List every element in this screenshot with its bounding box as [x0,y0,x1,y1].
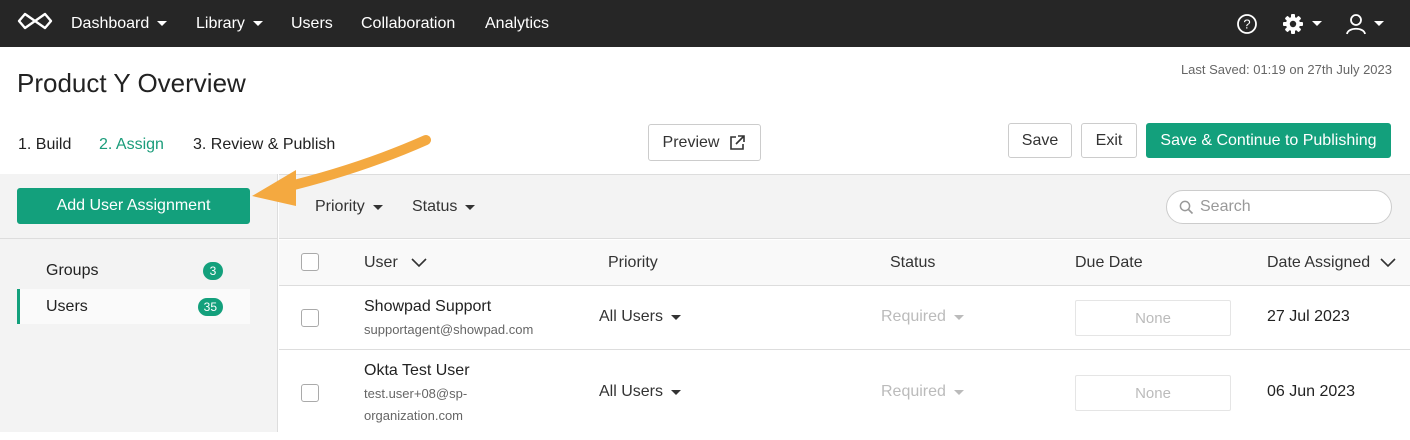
status-filter[interactable]: Status [412,175,476,239]
save-continue-button[interactable]: Save & Continue to Publishing [1146,123,1391,158]
priority-value: All Users [599,308,664,325]
user-menu[interactable] [1346,0,1384,47]
nav-dashboard[interactable]: Dashboard [71,0,168,47]
user-email-line-1: test.user+08@sp- [364,386,468,401]
chevron-down-icon [1374,21,1384,26]
tab-build[interactable]: 1. Build [18,136,71,154]
nav-analytics[interactable]: Analytics [485,0,549,47]
column-header-priority: Priority [608,253,658,271]
preview-button[interactable]: Preview [648,124,761,161]
table-row: Okta Test User test.user+08@sp- organiza… [279,350,1410,440]
exit-button[interactable]: Exit [1081,123,1137,158]
search-box [1166,190,1392,224]
showpad-logo-icon[interactable] [17,10,53,32]
user-email: supportagent@showpad.com [364,322,534,337]
divider [0,238,278,239]
search-icon [1179,200,1194,214]
search-input[interactable] [1200,198,1380,216]
user-assignment-table: User Priority Status Due Date Date Assig… [279,240,1410,432]
status-dropdown: Required [881,383,964,401]
user-icon [1346,13,1366,34]
tab-review-publish[interactable]: 3. Review & Publish [193,136,335,154]
preview-label: Preview [662,133,720,151]
external-link-icon [730,134,746,150]
sidebar-item-groups[interactable]: Groups 3 [17,253,250,288]
nav-dashboard-label: Dashboard [71,14,150,32]
status-value: Required [881,383,946,400]
user-name: Okta Test User [364,362,470,379]
count-badge: 35 [197,297,223,316]
priority-dropdown[interactable]: All Users [599,383,682,401]
svg-text:?: ? [1243,16,1250,31]
column-header-user[interactable]: User [364,240,427,285]
page-title: Product Y Overview [17,68,246,98]
tab-assign[interactable]: 2. Assign [99,136,164,154]
sidebar-item-label: Users [46,297,88,315]
sidebar-item-users[interactable]: Users 35 [17,289,250,324]
assignment-sidebar: Add User Assignment Groups 3 Users 35 [0,174,278,432]
status-filter-label: Status [412,198,458,215]
chevron-down-icon [465,204,476,210]
row-checkbox[interactable] [301,309,319,327]
nav-users[interactable]: Users [291,0,333,47]
nav-library[interactable]: Library [196,0,263,47]
priority-filter[interactable]: Priority [315,175,383,239]
gear-icon [1283,13,1303,34]
chevron-down-icon [372,204,383,210]
chevron-down-icon [671,314,682,320]
sidebar-item-label: Groups [46,261,99,279]
priority-dropdown[interactable]: All Users [599,308,682,326]
nav-collaboration[interactable]: Collaboration [361,0,455,47]
count-badge: 3 [203,261,223,280]
chevron-down-icon [157,21,168,26]
date-assigned: 06 Jun 2023 [1267,383,1356,400]
column-header-status: Status [890,253,936,271]
chevron-down-icon [953,314,964,320]
chevron-down-icon [252,21,263,26]
row-checkbox[interactable] [301,384,319,402]
add-user-assignment-button[interactable]: Add User Assignment [17,188,250,224]
column-header-label: Date Assigned [1267,253,1371,271]
save-button[interactable]: Save [1008,123,1072,158]
status-value: Required [881,308,946,325]
help-icon[interactable]: ? [1236,0,1258,47]
column-header-label: User [364,253,398,271]
chevron-down-icon [1312,21,1322,26]
nav-library-label: Library [196,14,245,32]
user-name: Showpad Support [364,298,492,315]
chevron-down-icon [953,389,964,395]
status-dropdown: Required [881,308,964,326]
chevron-down-icon [671,389,682,395]
column-header-date-assigned[interactable]: Date Assigned [1267,240,1396,285]
due-date-field[interactable]: None [1075,300,1231,336]
top-navigation: Dashboard Library Users Collaboration An… [0,0,1410,47]
priority-value: All Users [599,383,664,400]
chevron-down-icon [1380,257,1396,267]
table-header: User Priority Status Due Date Date Assig… [279,240,1410,286]
table-row: Showpad Support supportagent@showpad.com… [279,286,1410,350]
last-saved-text: Last Saved: 01:19 on 27th July 2023 [1180,62,1392,77]
priority-filter-label: Priority [315,198,365,215]
chevron-down-icon [411,257,427,267]
select-all-checkbox[interactable] [301,253,319,271]
filter-bar: Priority Status [279,174,1410,239]
user-email-line-2: organization.com [364,408,463,423]
due-date-field[interactable]: None [1075,375,1231,411]
settings-menu[interactable] [1282,0,1322,47]
column-header-due-date: Due Date [1075,253,1143,271]
date-assigned: 27 Jul 2023 [1267,308,1350,325]
